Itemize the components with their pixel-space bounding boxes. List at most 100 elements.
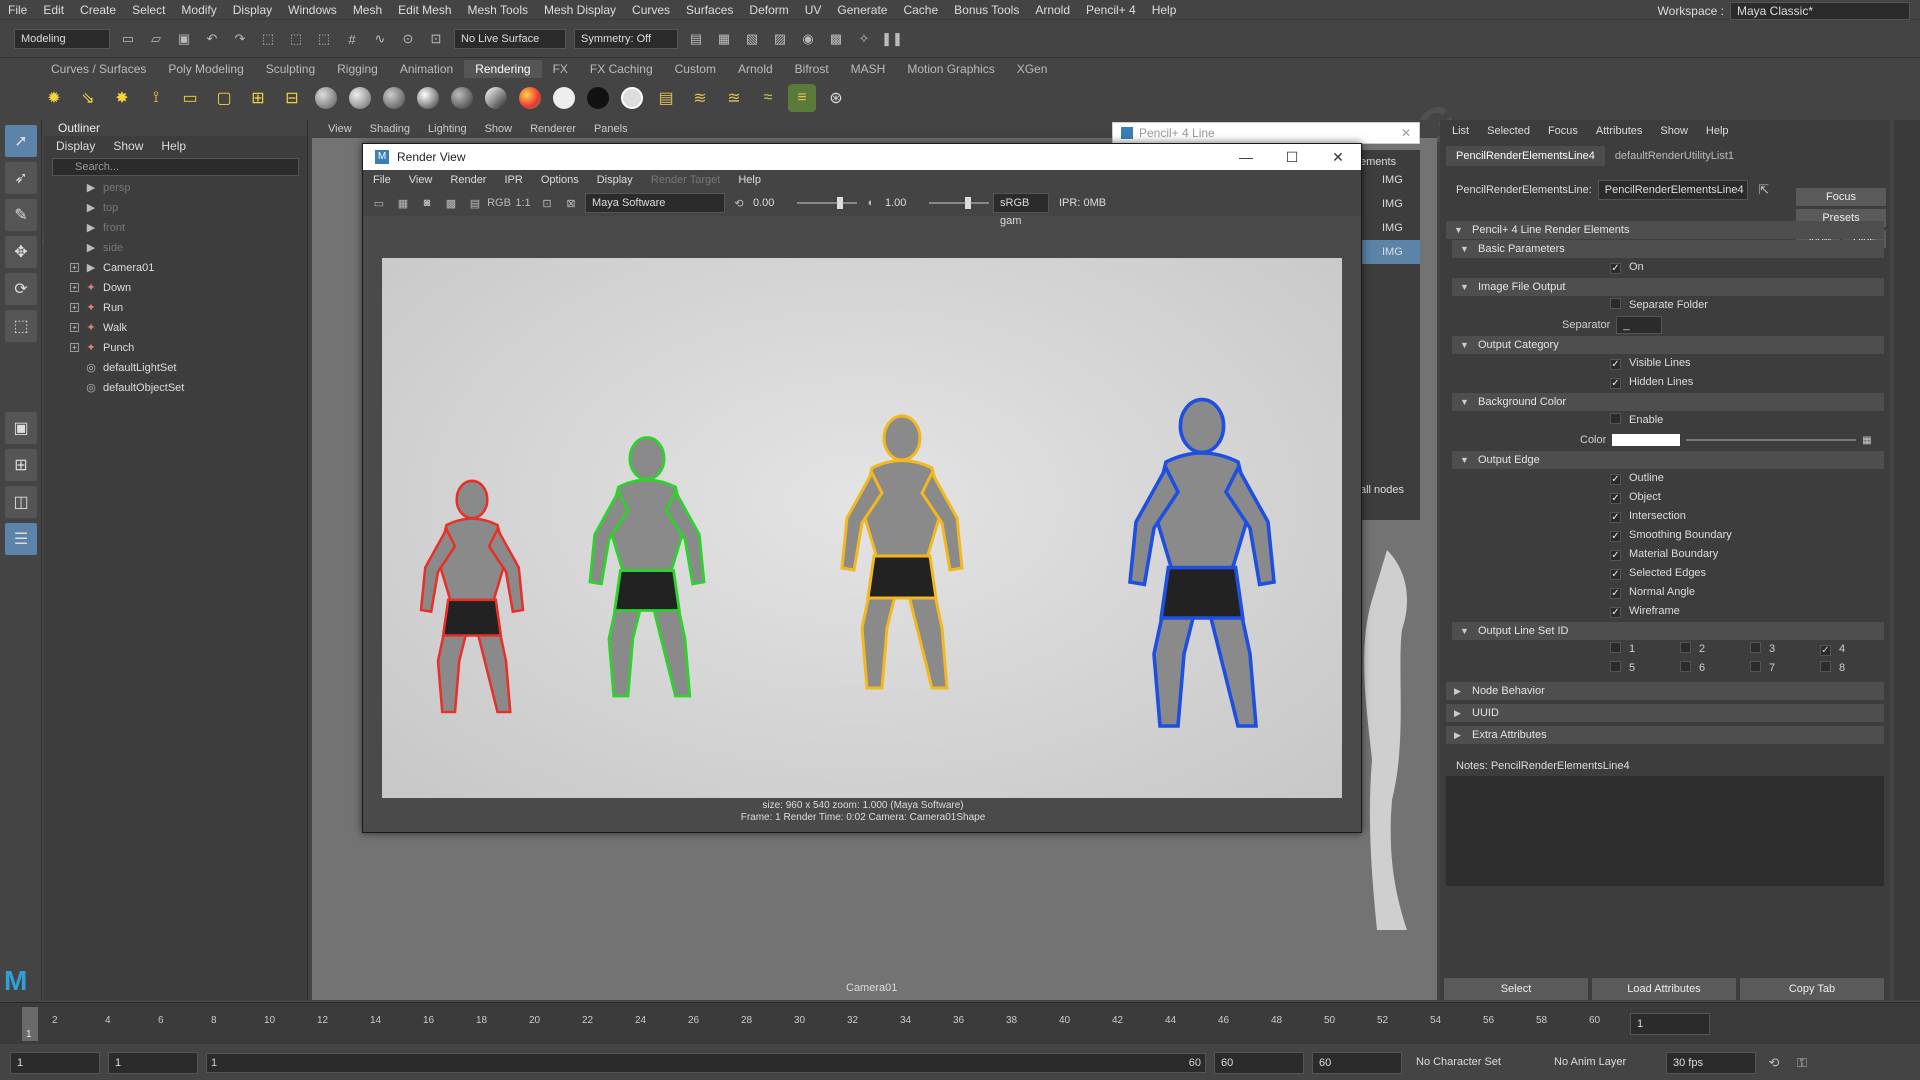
snap-grid-icon[interactable]: # [342,29,362,49]
undo-icon[interactable]: ↶ [202,29,222,49]
attr-menu-show[interactable]: Show [1660,125,1688,137]
outliner-item[interactable]: + ✦ Down [44,278,307,298]
menu-mesh[interactable]: Mesh [345,0,390,20]
checkbox-row[interactable]: ✓ Intersection [1440,507,1890,526]
img-item[interactable]: IMG [1360,240,1420,264]
key-icon[interactable]: ⚿ [1792,1053,1812,1073]
lambert-shader-icon[interactable] [349,87,371,109]
shelf-tab-rigging[interactable]: Rigging [326,60,389,78]
checkbox-row[interactable]: ✓ Object [1440,488,1890,507]
shading-map-icon[interactable] [621,87,643,109]
lineset-id[interactable]: 2 [1680,640,1750,659]
pencil-close-icon[interactable]: ✕ [1401,126,1411,140]
live-surface-dropdown[interactable]: No Live Surface [454,29,566,49]
lineset-checkbox[interactable] [1680,642,1691,653]
attr-tab[interactable]: defaultRenderUtilityList1 [1605,146,1744,166]
exposure-value[interactable]: 0.00 [753,197,793,209]
scale-tool-icon[interactable]: ⬚ [5,310,37,342]
lineset-checkbox[interactable] [1750,661,1761,672]
checkbox[interactable]: ✓ [1610,474,1621,485]
img-item[interactable]: IMG [1360,192,1420,216]
shelf-tab-sculpting[interactable]: Sculpting [255,60,326,78]
outliner-menu-show[interactable]: Show [113,139,143,153]
checkbox-row[interactable]: ✓ Visible Lines [1440,354,1890,373]
rotate-tool-icon[interactable]: ⟳ [5,273,37,305]
checkbox[interactable]: ✓ [1610,531,1621,542]
anim-end-field[interactable]: 60 [1214,1052,1304,1074]
volume-light-icon[interactable]: ▢ [210,84,238,112]
section-main[interactable]: Pencil+ 4 Line Render Elements [1446,221,1884,239]
lineset-checkbox[interactable] [1680,661,1691,672]
lineset-checkbox[interactable] [1610,661,1621,672]
character-set-dropdown[interactable]: No Character Set [1410,1052,1540,1074]
select-component-icon[interactable]: ⬚ [314,29,334,49]
save-scene-icon[interactable]: ▣ [174,29,194,49]
lineset-id[interactable]: 7 [1750,659,1820,678]
menu-surfaces[interactable]: Surfaces [678,0,741,20]
menuset-dropdown[interactable]: Modeling [14,29,110,49]
outliner-item[interactable]: ◎ defaultLightSet [44,358,307,378]
expand-icon[interactable]: + [70,303,79,312]
on-checkbox[interactable]: ✓ On [1440,258,1890,277]
frame-image-icon[interactable]: ⊡ [537,193,557,213]
hypershade-icon[interactable]: ◉ [798,29,818,49]
directional-light-icon[interactable]: ⇘ [74,84,102,112]
snap-curve-icon[interactable]: ∿ [370,29,390,49]
section-basic[interactable]: Basic Parameters [1452,240,1884,258]
section-line-set[interactable]: Output Line Set ID [1452,622,1884,640]
rv-menu-help[interactable]: Help [738,174,761,186]
render-setup-icon[interactable]: ▩ [826,29,846,49]
shelf-tab-poly-modeling[interactable]: Poly Modeling [157,60,254,78]
outliner-search-input[interactable]: Search... [52,158,299,176]
rv-menu-render[interactable]: Render [450,174,486,186]
select-button[interactable]: Select [1444,978,1588,1000]
render-image[interactable] [382,258,1342,798]
img-item[interactable]: IMG [1360,216,1420,240]
menu-generate[interactable]: Generate [829,0,895,20]
node-name-field[interactable]: PencilRenderElementsLine4 [1597,180,1748,200]
separate-folder-checkbox[interactable]: Separate Folder [1440,296,1890,315]
menu-curves[interactable]: Curves [624,0,678,20]
area-light-icon[interactable]: ▭ [176,84,204,112]
phonge-shader-icon[interactable] [417,87,439,109]
ipr-render-icon[interactable]: ▨ [770,29,790,49]
spot-light-icon[interactable]: ⟟ [142,84,170,112]
redo-icon[interactable]: ↷ [230,29,250,49]
camera-aim-icon[interactable]: ⊟ [278,84,306,112]
menu-mesh-display[interactable]: Mesh Display [536,0,624,20]
pencil-help-icon[interactable]: ⊛ [822,84,850,112]
rv-menu-view[interactable]: View [409,174,433,186]
lineset-id[interactable]: 8 [1820,659,1890,678]
render-view-icon[interactable]: ▦ [714,29,734,49]
gamma-icon[interactable]: ◐ [861,193,881,213]
pencil-line-icon[interactable]: ▤ [652,84,680,112]
shelf-tab-mash[interactable]: MASH [840,60,897,78]
workspace-dropdown[interactable]: Maya Classic* [1730,2,1910,20]
checkbox-row[interactable]: ✓ Hidden Lines [1440,373,1890,392]
viewport-menu-view[interactable]: View [328,123,352,135]
checkbox[interactable]: ✓ [1610,607,1621,618]
camera-icon[interactable]: ⊞ [244,84,272,112]
maximize-icon[interactable]: ☐ [1269,149,1315,166]
symmetry-dropdown[interactable]: Symmetry: Off [574,29,678,49]
select-tool-icon[interactable]: ➚ [5,125,37,157]
colorspace-dropdown[interactable]: sRGB gam [993,193,1049,227]
expand-icon[interactable]: + [70,283,79,292]
checkbox[interactable]: ✓ [1610,378,1621,389]
notes-field[interactable] [1446,776,1884,886]
range-bar[interactable]: 1 60 [206,1053,1206,1073]
lineset-id[interactable]: 3 [1750,640,1820,659]
layered-shader-icon[interactable] [485,87,507,109]
lineset-checkbox[interactable] [1820,661,1831,672]
outliner-item[interactable]: ◎ defaultObjectSet [44,378,307,398]
anim-start-field[interactable]: 1 [108,1052,198,1074]
input-connections-icon[interactable]: ⇱ [1754,180,1774,200]
outliner-item[interactable]: + ✦ Walk [44,318,307,338]
enable-check[interactable] [1610,413,1621,424]
checkbox-row[interactable]: ✓ Normal Angle [1440,583,1890,602]
render-view-titlebar[interactable]: M Render View — ☐ ✕ [363,144,1361,170]
renderer-dropdown[interactable]: Maya Software [585,193,725,213]
lineset-id[interactable]: ✓ 4 [1820,640,1890,659]
attr-menu-selected[interactable]: Selected [1487,125,1530,137]
attr-menu-list[interactable]: List [1452,125,1469,137]
